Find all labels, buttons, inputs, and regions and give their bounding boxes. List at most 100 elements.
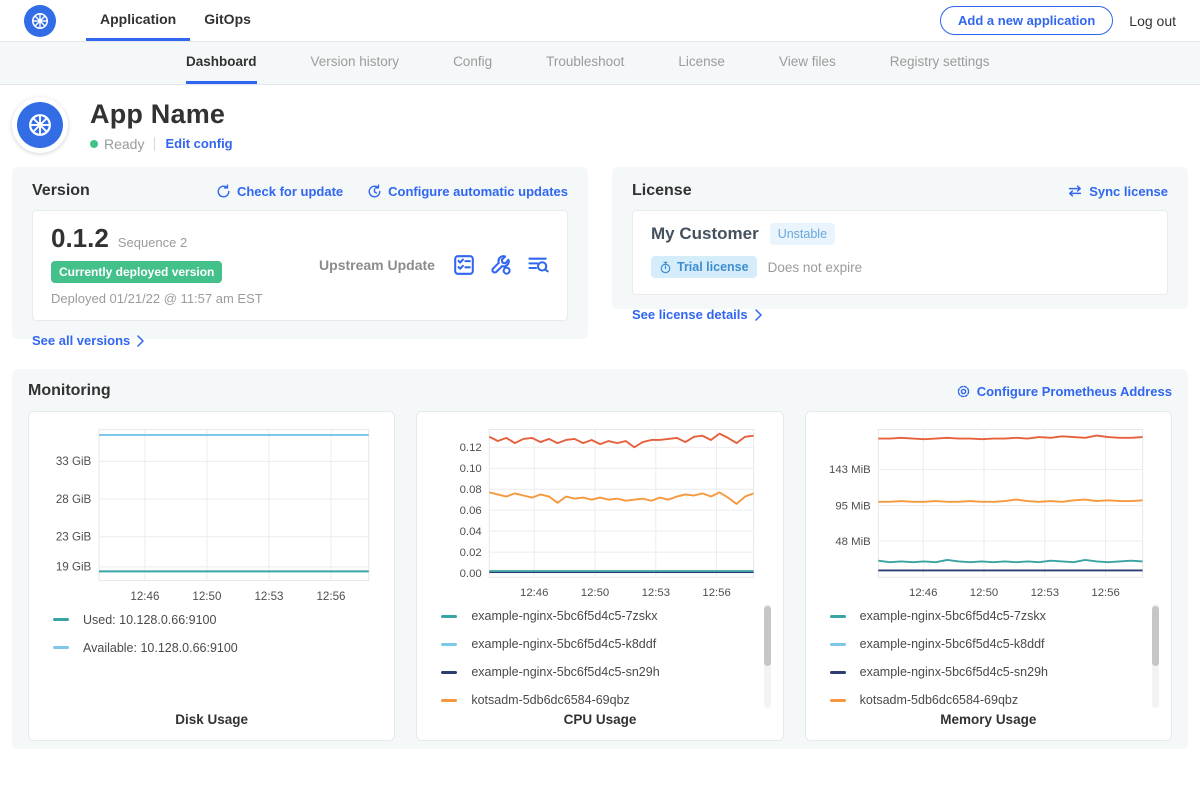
timer-icon [659,261,672,274]
disk-usage-chart-card: 19 GiB23 GiB28 GiB33 GiB12:4612:5012:531… [28,411,395,741]
y-axis-tick: 0.10 [460,463,482,475]
check-for-update-link[interactable]: Check for update [216,184,343,199]
tab-registry-settings[interactable]: Registry settings [890,42,990,84]
chart-plot[interactable]: 0.000.020.040.060.080.100.1212:4612:5012… [429,420,770,600]
current-version-row: 0.1.2 Sequence 2 Currently deployed vers… [32,210,568,321]
legend-scrollbar-thumb[interactable] [764,606,771,666]
legend-item[interactable]: example-nginx-5bc6f5d4c5-sn29h [441,658,770,686]
preflight-checks-icon[interactable] [453,254,475,276]
legend-swatch [441,615,457,618]
legend-swatch [53,618,69,621]
gear-icon [956,384,971,399]
license-expiry-text: Does not expire [768,260,863,275]
x-axis-tick: 12:50 [581,587,609,599]
x-axis-tick: 12:56 [1091,587,1119,599]
channel-badge: Unstable [770,223,835,245]
y-axis-tick: 0.00 [460,568,482,580]
license-card: License Sync license My Customer Unstabl… [612,167,1188,309]
log-out-button[interactable]: Log out [1129,13,1176,29]
chart-title: Memory Usage [818,712,1159,732]
chart-legend: Used: 10.128.0.66:9100 Available: 10.128.… [41,606,382,712]
tab-view-files[interactable]: View files [779,42,836,84]
app-status-text: Ready [104,136,144,152]
tab-application[interactable]: Application [86,0,190,41]
x-axis-tick: 12:53 [642,587,670,599]
legend-item[interactable]: kotsadm-5db6dc6584-69qbz [441,686,770,714]
x-axis-tick: 12:50 [192,590,221,603]
x-axis-tick: 12:56 [316,590,345,603]
kubernetes-wheel-icon [29,10,51,32]
monitoring-section: Monitoring Configure Prometheus Address … [12,369,1188,749]
y-axis-tick: 0.12 [460,442,482,454]
charts-row: 19 GiB23 GiB28 GiB33 GiB12:4612:5012:531… [28,411,1172,741]
configure-prometheus-link[interactable]: Configure Prometheus Address [956,384,1172,399]
sync-icon [1067,184,1083,198]
chevron-right-icon [136,335,145,347]
version-card: Version Check for update Configure au [12,167,588,339]
y-axis-tick: 23 GiB [56,531,92,544]
chart-plot[interactable]: 48 MiB95 MiB143 MiB12:4612:5012:5312:56 [818,420,1159,600]
tab-config[interactable]: Config [453,42,492,84]
add-new-application-button[interactable]: Add a new application [940,6,1113,35]
summary-cards-row: Version Check for update Configure au [0,165,1200,339]
sync-license-link[interactable]: Sync license [1067,184,1168,199]
tab-license[interactable]: License [678,42,725,84]
legend-label: Available: 10.128.0.66:9100 [83,641,238,655]
x-axis-tick: 12:46 [130,590,159,603]
see-license-details-link[interactable]: See license details [632,307,763,322]
legend-label: example-nginx-5bc6f5d4c5-k8ddf [860,637,1045,651]
legend-item[interactable]: kotsadm-5db6dc6584-69qbz [830,686,1159,714]
chart-title: Disk Usage [41,712,382,732]
legend-label: Used: 10.128.0.66:9100 [83,613,216,627]
legend-item[interactable]: example-nginx-5bc6f5d4c5-7zskx [441,602,770,630]
legend-swatch [441,671,457,674]
legend-scrollbar-thumb[interactable] [1152,606,1159,666]
refresh-icon [216,184,231,199]
legend-item[interactable]: example-nginx-5bc6f5d4c5-k8ddf [830,630,1159,658]
tab-version-history[interactable]: Version history [311,42,400,84]
version-config-icon[interactable] [490,254,512,276]
edit-config-link[interactable]: Edit config [165,136,232,151]
legend-swatch [441,643,457,646]
kubernetes-wheel-icon [25,110,55,140]
legend-item[interactable]: example-nginx-5bc6f5d4c5-7zskx [830,602,1159,630]
view-deploy-logs-icon[interactable] [527,254,549,276]
ready-status-dot [90,140,98,148]
tab-dashboard[interactable]: Dashboard [186,42,257,84]
y-axis-tick: 33 GiB [56,455,92,468]
legend-scrollbar[interactable] [764,604,771,708]
customer-name: My Customer [651,224,759,244]
app-header: App Name Ready Edit config [0,85,1200,165]
legend-swatch [830,643,846,646]
legend-item[interactable]: example-nginx-5bc6f5d4c5-k8ddf [441,630,770,658]
see-all-versions-link[interactable]: See all versions [32,333,145,348]
tab-troubleshoot[interactable]: Troubleshoot [546,42,624,84]
kubernetes-logo-icon[interactable] [24,5,56,37]
currently-deployed-badge: Currently deployed version [51,261,222,283]
legend-label: kotsadm-5db6dc6584-69qbz [860,693,1018,707]
chart-plot[interactable]: 19 GiB23 GiB28 GiB33 GiB12:4612:5012:531… [41,420,382,604]
configure-automatic-updates-link[interactable]: Configure automatic updates [367,184,568,199]
page-title: App Name [90,99,233,130]
legend-scrollbar[interactable] [1152,604,1159,708]
legend-label: example-nginx-5bc6f5d4c5-sn29h [860,665,1048,679]
legend-swatch [441,699,457,702]
x-axis-tick: 12:46 [520,587,548,599]
topbar-tabs: Application GitOps [86,0,265,41]
y-axis-tick: 48 MiB [835,536,870,548]
y-axis-tick: 95 MiB [835,500,870,512]
x-axis-tick: 12:56 [703,587,731,599]
y-axis-tick: 19 GiB [56,561,92,574]
legend-label: kotsadm-5db6dc6584-69qbz [471,693,629,707]
y-axis-tick: 0.06 [460,505,482,517]
deployed-timestamp: Deployed 01/21/22 @ 11:57 am EST [51,291,301,306]
divider [154,137,155,151]
legend-label: example-nginx-5bc6f5d4c5-sn29h [471,665,659,679]
legend-item[interactable]: Used: 10.128.0.66:9100 [53,606,382,634]
legend-item[interactable]: example-nginx-5bc6f5d4c5-sn29h [830,658,1159,686]
legend-item[interactable]: Available: 10.128.0.66:9100 [53,634,382,662]
chart-legend: example-nginx-5bc6f5d4c5-7zskx example-ng… [818,602,1159,712]
app-kubernetes-icon [17,102,63,148]
chart-title: CPU Usage [429,712,770,732]
tab-gitops[interactable]: GitOps [190,0,265,41]
